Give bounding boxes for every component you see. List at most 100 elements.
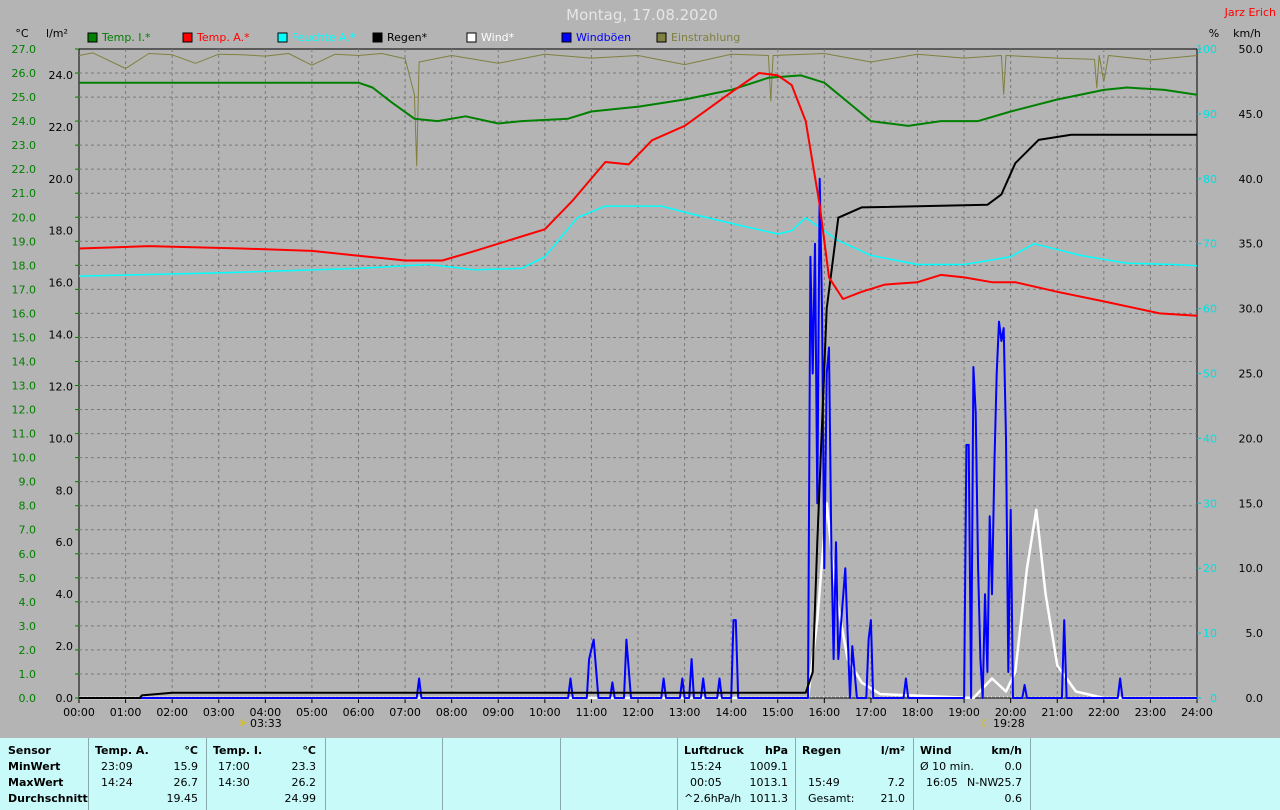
legend-label-rain: Regen* <box>387 31 428 44</box>
stats-row-label-min: MinWert <box>8 760 61 773</box>
wind-tick-label: 30.0 <box>1239 303 1264 316</box>
temp-tick-label: 21.0 <box>12 187 37 200</box>
legend-item-wind: Wind* <box>466 31 515 44</box>
legend-label-humidity: Feuchte A.* <box>292 31 356 44</box>
x-tick-label: 02:00 <box>156 706 188 719</box>
stats-wind-max-value: 25.7 <box>997 776 1023 789</box>
x-tick-label: 08:00 <box>436 706 468 719</box>
temp-tick-label: 24.0 <box>12 115 37 128</box>
stats-header-rain: Regen <box>802 744 842 757</box>
moon-icon: ☾ <box>981 717 991 730</box>
x-tick-label: 00:00 <box>63 706 95 719</box>
stats-divider <box>442 738 443 810</box>
temp-tick-label: 4.0 <box>19 596 37 609</box>
x-tick-label: 24:00 <box>1181 706 1213 719</box>
x-tick-label: 07:00 <box>389 706 421 719</box>
x-tick-label: 21:00 <box>1041 706 1073 719</box>
legend-swatch-humidity <box>277 32 288 43</box>
rain-tick-label: 12.0 <box>49 380 74 393</box>
stats-divider <box>1030 738 1031 810</box>
x-tick-label: 11:00 <box>576 706 608 719</box>
stats-panel: Sensor MinWert MaxWert Durchschnitt Temp… <box>0 738 1280 810</box>
temp-tick-label: 22.0 <box>12 163 37 176</box>
stats-temp-a-max-value: 26.7 <box>173 776 199 789</box>
sun-icon: ☀ <box>238 717 248 730</box>
wind-tick-label: 25.0 <box>1239 368 1264 381</box>
rain-tick-label: 22.0 <box>49 121 74 134</box>
stats-header-pressure: Luftdruck <box>684 744 744 757</box>
x-tick-label: 01:00 <box>110 706 142 719</box>
stats-temp-a-min-value: 15.9 <box>173 760 199 773</box>
stats-pressure-min-value: 1009.1 <box>749 760 789 773</box>
temp-tick-label: 17.0 <box>12 283 37 296</box>
stats-temp-i-max-value: 26.2 <box>291 776 317 789</box>
humidity-tick-label: 80 <box>1203 173 1217 186</box>
stats-divider <box>795 738 796 810</box>
humidity-tick-label: 100 <box>1196 43 1217 56</box>
temp-tick-label: 16.0 <box>12 307 37 320</box>
stats-rain-max-time: 15:49 <box>808 776 840 789</box>
wind-tick-label: 50.0 <box>1239 43 1264 56</box>
temp-tick-label: 1.0 <box>19 668 37 681</box>
stats-pressure-max-time: 00:05 <box>690 776 722 789</box>
temp-tick-label: 20.0 <box>12 211 37 224</box>
weather-chart: 00:00 01:00 02:00 03:00 04:00 05:00 06:00 07:00… <box>12 6 1277 730</box>
stats-header-pressure-unit: hPa <box>764 744 788 757</box>
legend-label-wind: Wind* <box>481 31 515 44</box>
rain-tick-label: 14.0 <box>49 329 74 342</box>
stats-rain-total-value: 21.0 <box>880 792 906 805</box>
rain-tick-label: 8.0 <box>56 484 74 497</box>
stats-temp-i-max-time: 14:30 <box>218 776 250 789</box>
stats-wind-min-value: 0.0 <box>1004 760 1023 773</box>
temp-tick-label: 26.0 <box>12 67 37 80</box>
rain-tick-label: 16.0 <box>49 277 74 290</box>
humidity-tick-label: 40 <box>1203 432 1217 445</box>
stats-header-rain-unit: l/m² <box>880 744 905 757</box>
stats-temp-a-avg-value: 19.45 <box>166 792 199 805</box>
legend-label-temp-a: Temp. A.* <box>196 31 250 44</box>
stats-wind-avg-value: 0.6 <box>1004 792 1023 805</box>
stats-temp-i-min-time: 17:00 <box>218 760 250 773</box>
legend-swatch-rain <box>372 32 383 43</box>
wind-tick-label: 5.0 <box>1246 627 1264 640</box>
x-tick-label: 16:00 <box>808 706 840 719</box>
temp-tick-label: 27.0 <box>12 43 37 56</box>
temp-tick-label: 7.0 <box>19 524 37 537</box>
stats-temp-a-max-time: 14:24 <box>101 776 133 789</box>
wind-tick-label: 35.0 <box>1239 238 1264 251</box>
humidity-tick-label: 50 <box>1203 368 1217 381</box>
stats-row-label-max: MaxWert <box>8 776 64 789</box>
temp-tick-label: 2.0 <box>19 644 37 657</box>
stats-divider <box>913 738 914 810</box>
stats-pressure-min-time: 15:24 <box>690 760 722 773</box>
legend-item-gusts: Windböen <box>561 31 631 44</box>
rain-tick-label: 20.0 <box>49 173 74 186</box>
humidity-tick-label: 90 <box>1203 108 1217 121</box>
stats-row-label-avg: Durchschnitt <box>8 792 88 805</box>
x-tick-label: 19:00 <box>948 706 980 719</box>
temp-tick-label: 19.0 <box>12 235 37 248</box>
x-tick-label: 09:00 <box>482 706 514 719</box>
legend-swatch-wind <box>466 32 477 43</box>
temp-tick-label: 3.0 <box>19 620 37 633</box>
sunrise-marker: ☀ 03:33 <box>238 717 282 730</box>
wind-tick-label: 20.0 <box>1239 432 1264 445</box>
temp-tick-label: 0.0 <box>19 692 37 705</box>
humidity-tick-label: 20 <box>1203 562 1217 575</box>
rain-tick-label: 2.0 <box>56 640 74 653</box>
x-tick-label: 06:00 <box>343 706 375 719</box>
x-tick-label: 13:00 <box>669 706 701 719</box>
sunrise-time: 03:33 <box>250 717 282 730</box>
rain-tick-label: 6.0 <box>56 536 74 549</box>
rain-tick-label: 18.0 <box>49 225 74 238</box>
wind-tick-label: 15.0 <box>1239 497 1264 510</box>
stats-header-temp-i: Temp. I. <box>213 744 263 757</box>
wind-tick-label: 0.0 <box>1246 692 1264 705</box>
x-tick-label: 12:00 <box>622 706 654 719</box>
stats-header-wind-unit: km/h <box>991 744 1022 757</box>
x-tick-label: 03:00 <box>203 706 235 719</box>
legend-swatch-gusts <box>561 32 572 43</box>
stats-temp-i-min-value: 23.3 <box>291 760 317 773</box>
x-tick-label: 05:00 <box>296 706 328 719</box>
legend-label-temp-i: Temp. I.* <box>101 31 151 44</box>
